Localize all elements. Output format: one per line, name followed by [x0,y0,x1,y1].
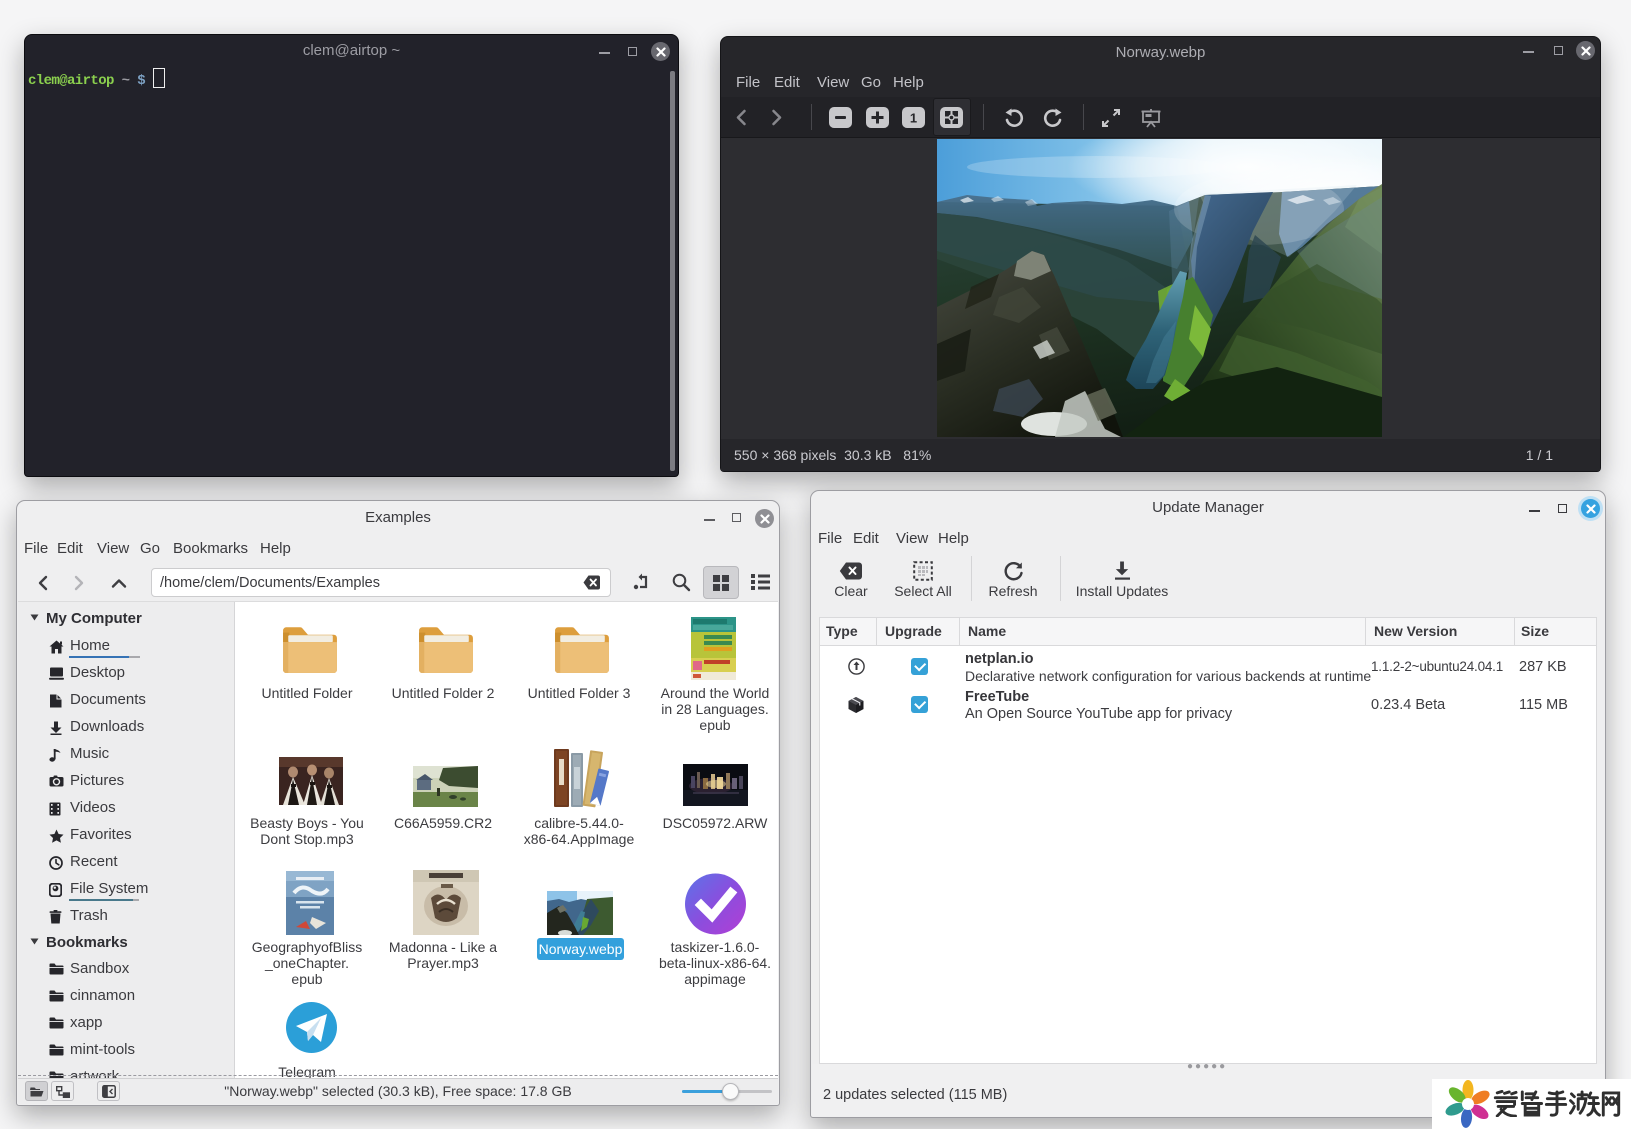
svg-text:1: 1 [910,111,917,126]
